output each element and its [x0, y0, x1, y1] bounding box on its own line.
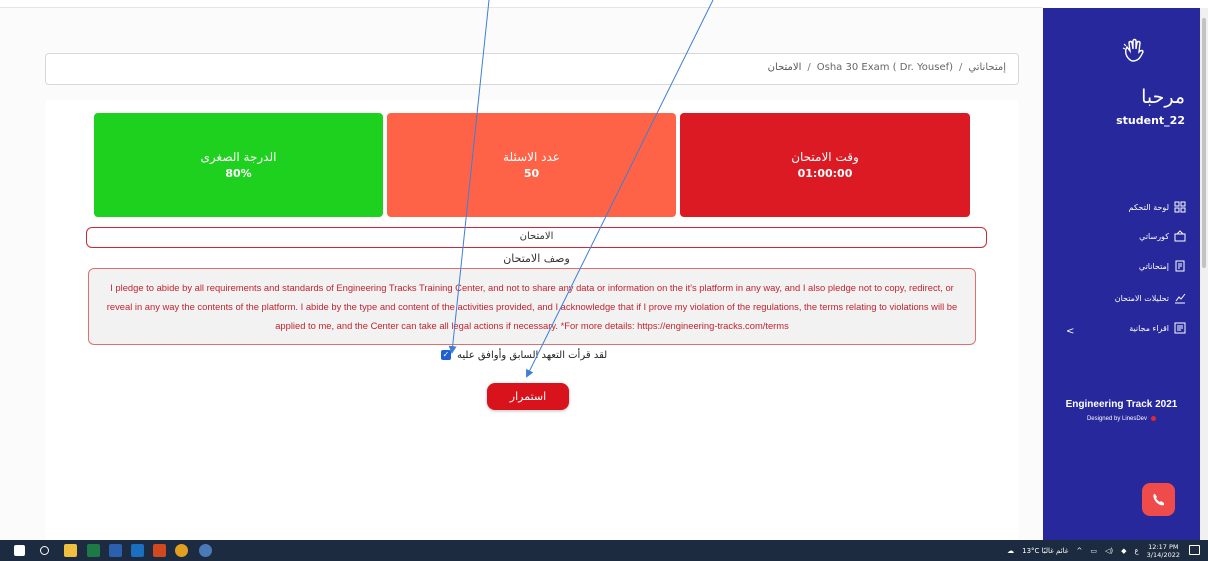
scrollbar[interactable] [1200, 8, 1208, 540]
designed-by: Designed by LinesDev [1043, 416, 1200, 422]
sidebar-item-analytics[interactable]: تحليلات الامتحان [1115, 292, 1186, 304]
chrome-icon[interactable] [175, 544, 188, 557]
top-strip [0, 0, 1043, 8]
tray-chevron-icon[interactable]: ^ [1076, 547, 1082, 555]
exams-icon [1175, 260, 1185, 272]
pledge-text: I pledge to abide by all requirements an… [88, 268, 976, 345]
weather[interactable]: 13°C غائم غالبًا [1022, 547, 1068, 555]
agree-label[interactable]: لقد قرأت التعهد السابق وأوافق عليه [457, 350, 607, 361]
breadcrumb-separator: / [959, 62, 963, 73]
agree-row[interactable]: ✓ لقد قرأت التعهد السابق وأوافق عليه [441, 348, 631, 362]
sidebar-item-label: إمتحاناتي [1138, 261, 1169, 271]
word-icon[interactable] [109, 544, 122, 557]
breadcrumb-separator: / [807, 62, 811, 73]
min-score-value: 80% [225, 167, 252, 180]
phone-icon [1152, 493, 1164, 505]
question-count-label: عدد الاسئلة [503, 150, 560, 164]
designed-by-text: Designed by LinesDev [1086, 416, 1148, 423]
windows-start-icon[interactable] [14, 545, 25, 556]
volume-icon[interactable]: ◁) [1105, 547, 1113, 555]
sidebar-item-exams[interactable]: إمتحاناتي [1139, 260, 1186, 272]
dashboard-icon [1174, 201, 1186, 213]
powerpoint-icon[interactable] [153, 544, 166, 557]
exam-duration-card: وقت الامتحان 01:00:00 [680, 113, 970, 217]
sidebar: مرحبا student_22 لوحة التحكم كورساتي إمت… [1043, 8, 1200, 540]
brand-name: Engineering Track 2021 [1065, 399, 1178, 410]
language[interactable]: ع [1134, 547, 1138, 555]
question-count-value: 50 [523, 167, 540, 180]
chrome-active-icon[interactable] [199, 544, 212, 557]
free-read-icon [1174, 322, 1186, 334]
breadcrumb-bar: إمتحاناتي / Osha 30 Exam ( Dr. Yousef) /… [45, 53, 1019, 85]
courses-icon [1174, 230, 1186, 242]
sidebar-item-label: اقراء مجانية [1129, 323, 1169, 333]
greeting: مرحبا [1141, 86, 1185, 108]
sidebar-item-free-reading[interactable]: اقراء مجانية [1129, 322, 1186, 334]
exam-title: الامتحان [86, 227, 987, 248]
sidebar-item-courses[interactable]: كورساتي [1139, 230, 1186, 242]
min-score-label: الدرجة الصغرى [200, 150, 277, 164]
exam-description-heading: وصف الامتحان [503, 252, 570, 265]
wave-hand-icon [1122, 38, 1144, 62]
exam-duration-value: 01:00:00 [797, 167, 853, 180]
sidebar-item-label: تحليلات الامتحان [1114, 293, 1169, 303]
collapse-chevron-icon[interactable]: < [1066, 326, 1074, 337]
exam-duration-label: وقت الامتحان [791, 150, 859, 164]
breadcrumb: إمتحاناتي / Osha 30 Exam ( Dr. Yousef) /… [768, 62, 1006, 73]
question-count-card: عدد الاسئلة 50 [387, 113, 676, 217]
file-explorer-icon[interactable] [64, 544, 77, 557]
excel-icon[interactable] [87, 544, 100, 557]
cloud-icon: ☁ [1007, 546, 1015, 555]
time: 12:17 PM [1148, 542, 1179, 551]
min-score-card: الدرجة الصغرى 80% [94, 113, 383, 217]
breadcrumb-current: الامتحان [767, 62, 802, 73]
outlook-icon[interactable] [131, 544, 144, 557]
agree-checkbox[interactable]: ✓ [441, 350, 451, 360]
dropbox-icon[interactable]: ◆ [1121, 547, 1126, 555]
call-support-button[interactable] [1142, 483, 1175, 516]
breadcrumb-home[interactable]: إمتحاناتي [968, 62, 1006, 73]
sidebar-item-label: لوحة التحكم [1128, 202, 1169, 212]
search-icon[interactable] [40, 546, 49, 555]
continue-button[interactable]: استمرار [487, 383, 569, 410]
sidebar-item-dashboard[interactable]: لوحة التحكم [1129, 201, 1186, 213]
clock[interactable]: 12:17 PM 3/14/2022 [1147, 543, 1180, 559]
network-icon[interactable]: ▭ [1090, 547, 1097, 555]
date: 3/14/2022 [1146, 550, 1180, 559]
heart-icon [1151, 416, 1157, 421]
taskbar: ☁ 13°C غائم غالبًا ^ ▭ ◁) ◆ ع 12:17 PM 3… [0, 540, 1208, 561]
sidebar-item-label: كورساتي [1139, 231, 1169, 241]
breadcrumb-exam[interactable]: Osha 30 Exam ( Dr. Yousef) [817, 62, 953, 73]
username: student_22 [1116, 114, 1185, 127]
scrollbar-thumb[interactable] [1202, 18, 1206, 268]
notification-icon[interactable] [1189, 545, 1200, 555]
system-tray: ☁ 13°C غائم غالبًا ^ ▭ ◁) ◆ ع 12:17 PM 3… [1007, 540, 1180, 561]
analytics-icon [1175, 293, 1186, 304]
